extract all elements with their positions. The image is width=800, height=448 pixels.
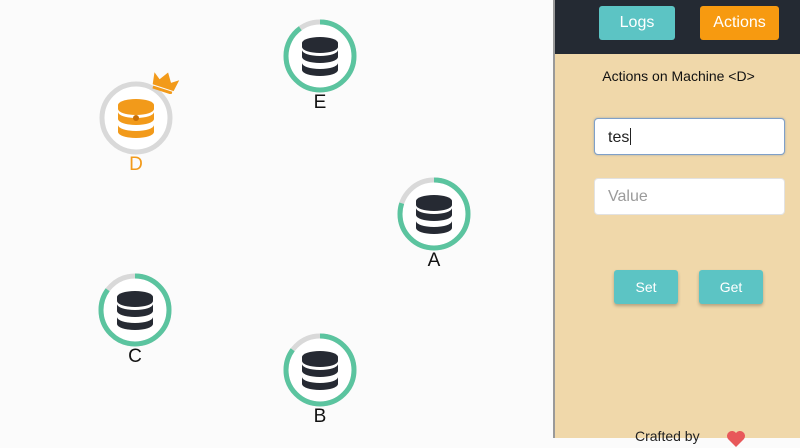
text-caret xyxy=(630,128,632,145)
cluster-canvas: E D A C B xyxy=(0,0,553,438)
value-input[interactable]: Value xyxy=(594,178,785,215)
database-layer xyxy=(117,317,153,330)
get-button[interactable]: Get xyxy=(699,270,763,304)
tab-logs[interactable]: Logs xyxy=(599,6,675,40)
side-panel: Logs Actions Actions on Machine <D> tes … xyxy=(553,0,800,447)
node-e[interactable]: E xyxy=(282,18,358,113)
database-layer xyxy=(118,125,154,138)
heart-icon xyxy=(727,431,745,447)
database-layer xyxy=(302,351,338,367)
database-icon xyxy=(117,291,153,330)
set-button[interactable]: Set xyxy=(614,270,678,304)
panel-title: Actions on Machine <D> xyxy=(602,68,755,84)
database-icon xyxy=(302,37,338,76)
node-label: C xyxy=(128,346,142,367)
database-layer xyxy=(118,99,154,115)
database-icon xyxy=(118,99,154,138)
node-label: B xyxy=(313,406,327,427)
database-icon xyxy=(416,195,452,234)
panel-topbar: Logs Actions xyxy=(555,0,800,54)
database-layer xyxy=(302,377,338,390)
tab-actions[interactable]: Actions xyxy=(700,6,779,40)
node-label: A xyxy=(427,250,441,271)
database-layer xyxy=(416,221,452,234)
value-input-placeholder: Value xyxy=(608,188,648,205)
node-b[interactable]: B xyxy=(282,332,358,427)
footer-credit: Crafted by xyxy=(635,428,700,444)
database-layer xyxy=(302,63,338,76)
database-icon xyxy=(302,351,338,390)
key-input[interactable]: tes xyxy=(594,118,785,155)
database-dot xyxy=(133,115,139,121)
node-label: D xyxy=(129,154,143,175)
crown-icon xyxy=(152,72,180,94)
node-label: E xyxy=(313,92,327,113)
database-layer xyxy=(416,195,452,211)
node-d[interactable]: D xyxy=(98,72,180,175)
database-layer xyxy=(117,291,153,307)
node-c[interactable]: C xyxy=(97,272,173,367)
key-input-value: tes xyxy=(608,129,630,146)
node-a[interactable]: A xyxy=(396,176,472,271)
database-layer xyxy=(302,37,338,53)
